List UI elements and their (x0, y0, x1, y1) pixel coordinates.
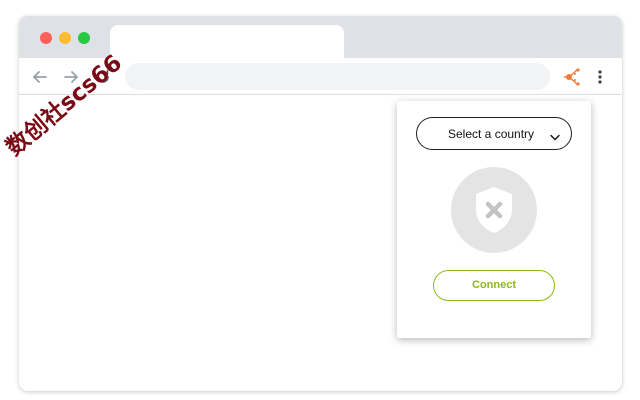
window-minimize-button[interactable] (59, 32, 71, 44)
connect-button[interactable]: Connect (433, 270, 555, 301)
back-arrow-icon[interactable] (30, 67, 50, 87)
vpn-popup: Select a country Connect (397, 101, 591, 338)
browser-tab[interactable] (110, 25, 344, 58)
country-select[interactable]: Select a country (416, 117, 572, 150)
chevron-down-icon (550, 130, 560, 141)
address-bar[interactable] (125, 63, 550, 90)
window-close-button[interactable] (40, 32, 52, 44)
connection-status (451, 167, 537, 253)
shield-x-icon (476, 187, 512, 233)
vpn-extension-icon[interactable] (562, 66, 584, 88)
more-vertical-icon[interactable] (595, 67, 605, 87)
window-maximize-button[interactable] (78, 32, 90, 44)
country-select-label: Select a country (448, 127, 535, 141)
